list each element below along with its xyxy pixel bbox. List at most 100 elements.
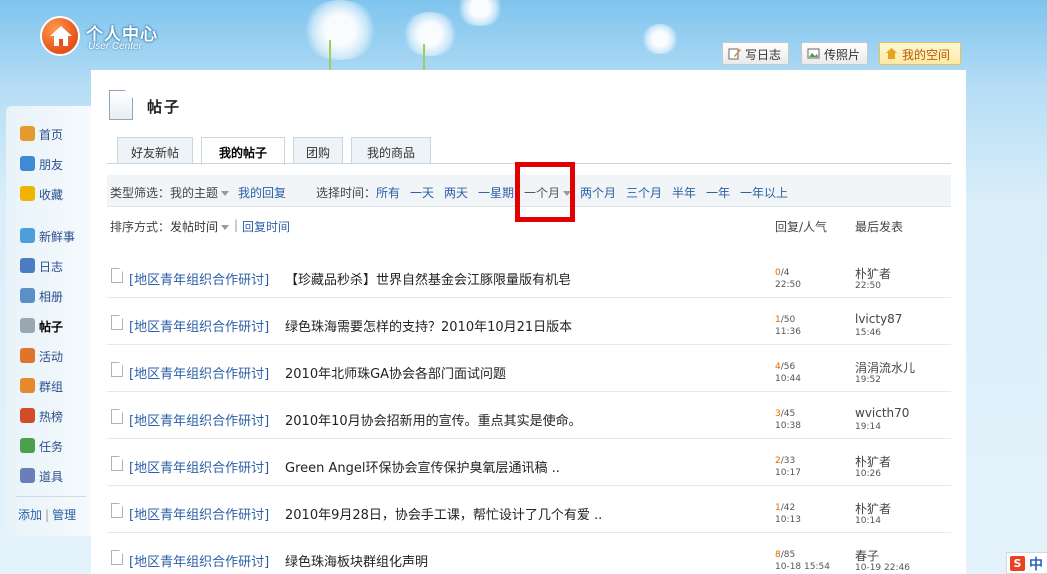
- post-category-link[interactable]: [地区青年组织合作研讨]: [129, 457, 269, 476]
- sort-dropdown[interactable]: 发帖时间: [170, 218, 230, 235]
- last-post-time: 19:14: [855, 422, 881, 432]
- last-poster-link[interactable]: wvicth70: [855, 406, 909, 420]
- tab-group-buy[interactable]: 团购: [293, 137, 343, 164]
- reply-views: 4/56: [775, 362, 795, 372]
- last-poster-link[interactable]: lvicty87: [855, 312, 902, 326]
- my-space-button[interactable]: 我的空间: [879, 42, 961, 65]
- photo-icon: [807, 48, 820, 59]
- last-post-time: 19:52: [855, 375, 881, 385]
- home-logo-icon: [40, 16, 80, 56]
- table-row: [地区青年组织合作研讨] 绿色珠海需要怎样的支持？2010年10月21日版本 1/5…: [107, 298, 951, 345]
- post-time: 22:50: [775, 280, 801, 290]
- post-title-link[interactable]: 【珍藏品秒杀】世界自然基金会江豚限量版有机皂: [285, 269, 571, 288]
- post-category-link[interactable]: [地区青年组织合作研讨]: [129, 269, 269, 288]
- sort-by-reply-link[interactable]: 回复时间: [242, 218, 290, 235]
- my-replies-link[interactable]: 我的回复: [238, 184, 286, 201]
- post-category-link[interactable]: [地区青年组织合作研讨]: [129, 316, 269, 335]
- last-post-time: 10:14: [855, 516, 881, 526]
- time-option[interactable]: 一天: [410, 184, 434, 201]
- tab-my-goods[interactable]: 我的商品: [351, 137, 431, 164]
- time-option[interactable]: 所有: [376, 184, 400, 201]
- activity-icon: [20, 348, 35, 363]
- sidebar-item-label: 热榜: [39, 410, 64, 424]
- dandelion-decoration: [400, 12, 460, 56]
- type-filter-dropdown[interactable]: 我的主题: [170, 184, 230, 201]
- col-reply-views: 回复/人气: [775, 220, 828, 234]
- tab-friends-posts[interactable]: 好友新帖: [117, 137, 193, 164]
- last-post-time: 10:26: [855, 469, 881, 479]
- logo-subtitle: User Center: [88, 41, 142, 52]
- document-icon: [111, 456, 123, 471]
- col-last-post: 最后发表: [855, 220, 904, 234]
- document-icon: [111, 315, 123, 330]
- manage-app-link[interactable]: 管理: [52, 508, 76, 522]
- time-option[interactable]: 三个月: [626, 184, 662, 201]
- footer-separator: |: [45, 508, 50, 522]
- time-option-label: 两天: [444, 186, 469, 200]
- sidebar-item-label: 活动: [39, 350, 64, 364]
- sidebar-item-label: 相册: [39, 290, 64, 304]
- dandelion-decoration: [640, 24, 680, 54]
- last-poster-link[interactable]: 涓涓流水儿: [855, 359, 915, 376]
- last-poster-link[interactable]: 春子: [855, 547, 879, 564]
- last-post-time: 10-19 22:46: [855, 563, 910, 573]
- reply-views: 8/85: [775, 550, 795, 560]
- post-title-link[interactable]: 2010年10月协会招新用的宣传。重点其实是使命。: [285, 410, 582, 429]
- post-page-icon: [109, 90, 133, 120]
- user-center-logo[interactable]: 个人中心 User Center: [40, 16, 170, 60]
- dandelion-stem: [423, 44, 425, 72]
- friends-icon: [20, 156, 35, 171]
- last-poster-link[interactable]: 朴犷者: [855, 265, 891, 282]
- tab-my-posts[interactable]: 我的帖子: [201, 137, 285, 165]
- last-poster-link[interactable]: 朴犷者: [855, 453, 891, 470]
- post-category-link[interactable]: [地区青年组织合作研讨]: [129, 363, 269, 382]
- speech-bubble-icon: [20, 228, 35, 243]
- my-space-label: 我的空间: [902, 48, 951, 62]
- sort-value: 发帖时间: [170, 220, 219, 234]
- table-row: [地区青年组织合作研讨] 绿色珠海板块群组化声明 8/85 10-18 15:54 春子…: [107, 533, 951, 574]
- post-time: 10:44: [775, 374, 801, 384]
- post-title-link[interactable]: 绿色珠海板块群组化声明: [285, 551, 428, 570]
- ime-indicator[interactable]: S 中: [1006, 552, 1047, 574]
- post-time: 10:13: [775, 515, 801, 525]
- add-app-link[interactable]: 添加: [18, 508, 42, 522]
- main-panel: 帖子 好友新帖 我的帖子 团购 我的商品 类型筛选： 我的主题 我的回复 选择时…: [91, 70, 966, 574]
- dandelion-stem: [329, 40, 331, 72]
- view-count: /45: [780, 409, 796, 419]
- post-title-link[interactable]: 2010年北师珠GA协会各部门面试问题: [285, 363, 506, 382]
- write-blog-button[interactable]: 写日志: [722, 42, 789, 65]
- type-filter-label: 类型筛选：: [110, 186, 171, 200]
- view-count: /42: [780, 503, 796, 513]
- post-title-link[interactable]: 绿色珠海需要怎样的支持？2010年10月21日版本: [285, 316, 572, 335]
- time-option-label: 两个月: [580, 186, 617, 200]
- time-option[interactable]: 一星期: [478, 184, 514, 201]
- time-option[interactable]: 一年以上: [740, 184, 788, 201]
- sort-separator: |: [234, 218, 239, 232]
- post-title-link[interactable]: Green Angel环保协会宣传保护臭氧层通讯稿 ..: [285, 457, 560, 476]
- reply-views: 3/45: [775, 409, 795, 419]
- view-count: /50: [780, 315, 796, 325]
- last-poster-link[interactable]: 朴犷者: [855, 500, 891, 517]
- time-filter-label: 选择时间：: [316, 186, 377, 200]
- post-title-link[interactable]: 2010年9月28日，协会手工课，帮忙设计了几个有爱 ..: [285, 504, 602, 523]
- tool-icon: [20, 468, 35, 483]
- table-row: [地区青年组织合作研讨] 【珍藏品秒杀】世界自然基金会江豚限量版有机皂 0/4 22:…: [107, 251, 951, 298]
- document-icon: [111, 409, 123, 424]
- time-option-label: 半年: [672, 186, 697, 200]
- time-option[interactable]: 一年: [706, 184, 730, 201]
- last-post-time: 22:50: [855, 281, 881, 291]
- post-category-link[interactable]: [地区青年组织合作研讨]: [129, 504, 269, 523]
- reply-views: 0/4: [775, 268, 790, 278]
- upload-photo-button[interactable]: 传照片: [801, 42, 868, 65]
- page-title: 帖子: [147, 98, 182, 116]
- time-option[interactable]: 半年: [672, 184, 696, 201]
- post-category-link[interactable]: [地区青年组织合作研讨]: [129, 551, 269, 570]
- time-option[interactable]: 两个月: [580, 184, 616, 201]
- sidebar-item-label: 新鲜事: [39, 230, 76, 244]
- album-icon: [20, 288, 35, 303]
- post-time: 10-18 15:54: [775, 562, 830, 572]
- highlight-box: [515, 162, 575, 222]
- view-count: /33: [780, 456, 796, 466]
- time-option[interactable]: 两天: [444, 184, 468, 201]
- post-category-link[interactable]: [地区青年组织合作研讨]: [129, 410, 269, 429]
